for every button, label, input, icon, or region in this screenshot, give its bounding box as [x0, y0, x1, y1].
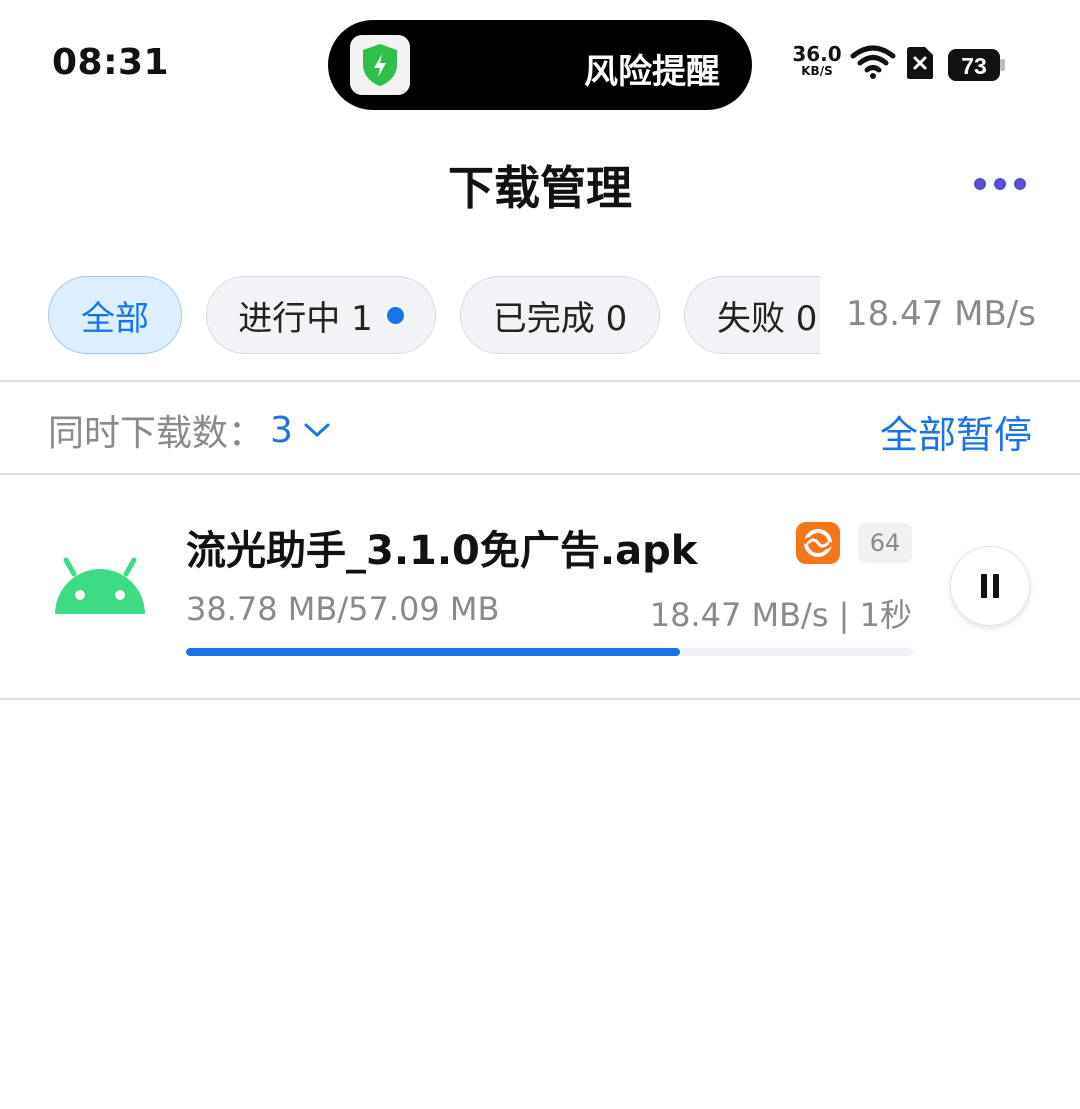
filter-chip-bar: 全部 进行中 1 已完成 0 失败 0 — [48, 276, 820, 358]
wifi-icon — [850, 44, 896, 80]
filter-chip-completed[interactable]: 已完成 0 — [460, 276, 660, 354]
android-icon — [52, 556, 148, 620]
risk-alert-text: 风险提醒 — [584, 52, 720, 92]
chip-label: 已完成 0 — [492, 298, 628, 339]
active-indicator-dot — [386, 306, 404, 324]
network-speed-value: 36.0 — [792, 42, 842, 66]
bit-badge: 64 — [858, 523, 912, 563]
status-time: 08:31 — [52, 42, 170, 83]
concurrent-value: 3 — [270, 409, 293, 451]
shield-bolt-icon — [350, 35, 410, 95]
network-speed: 36.0 KB/S — [792, 44, 842, 77]
battery-level: 73 — [961, 53, 987, 79]
page-title: 下载管理 — [448, 161, 632, 215]
pause-all-button[interactable]: 全部暂停 — [880, 404, 1032, 459]
pause-icon-bar — [981, 574, 987, 598]
dynamic-island[interactable]: 风险提醒 — [328, 20, 752, 110]
download-file-name: 流光助手_3.1.0免广告.apk — [186, 528, 698, 574]
total-speed: 18.47 MB/s — [846, 294, 1036, 334]
filter-chip-in-progress[interactable]: 进行中 1 — [206, 276, 436, 354]
network-speed-unit: KB/S — [801, 64, 833, 78]
sim-absent-icon — [906, 46, 934, 80]
divider — [0, 473, 1080, 475]
chevron-down-icon — [304, 423, 330, 437]
chip-label: 进行中 1 — [238, 298, 373, 339]
filter-chip-failed[interactable]: 失败 0 — [684, 276, 820, 354]
filter-chip-all[interactable]: 全部 — [48, 276, 182, 354]
chip-label: 失败 0 — [717, 298, 818, 339]
brand-logo-icon — [796, 522, 840, 564]
battery-icon: 73 — [948, 48, 1006, 82]
pause-button[interactable] — [950, 546, 1030, 626]
concurrent-downloads-selector[interactable]: 同时下载数： 3 — [48, 404, 331, 456]
concurrent-label: 同时下载数： — [48, 413, 265, 454]
divider — [0, 698, 1080, 700]
download-progress-fill — [186, 648, 680, 656]
download-progress-bar — [186, 648, 913, 656]
more-dots-icon[interactable] — [970, 172, 1030, 196]
pause-icon-bar — [993, 574, 999, 598]
divider — [0, 380, 1080, 382]
chip-label: 全部 — [81, 298, 149, 339]
download-size: 38.78 MB/57.09 MB — [186, 590, 500, 628]
download-rate: 18.47 MB/s | 1秒 — [649, 596, 912, 634]
